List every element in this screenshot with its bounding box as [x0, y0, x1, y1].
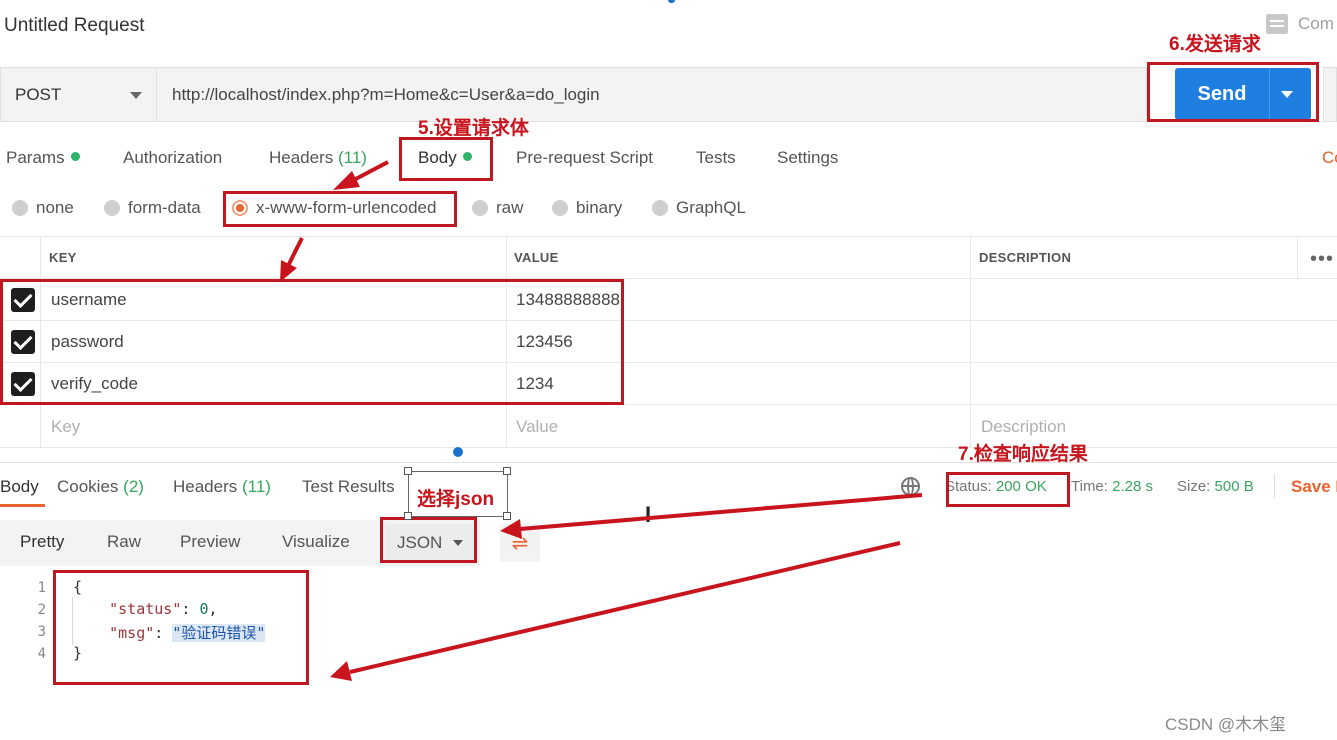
annotation-arrows [280, 160, 923, 681]
arrow-to-format [519, 493, 923, 531]
arrow-head [333, 171, 360, 190]
arrow-head [330, 661, 352, 681]
arrow-to-response [349, 541, 901, 674]
arrow-to-params [286, 237, 304, 267]
arrow-head [500, 519, 522, 539]
watermark: CSDN @木木玺 [1165, 715, 1287, 734]
